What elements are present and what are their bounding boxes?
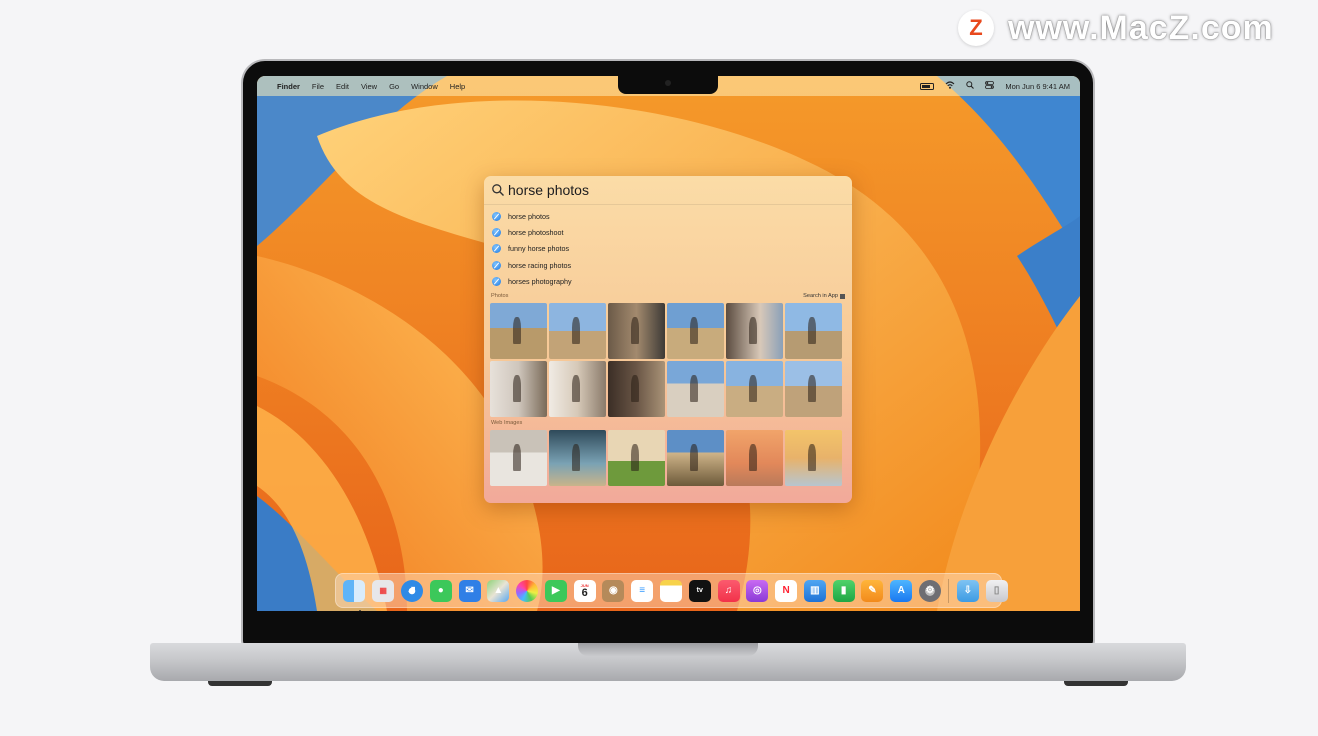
spotlight-search-input[interactable] [508, 182, 808, 198]
mail-icon[interactable]: ✉ [458, 579, 481, 602]
menu-window[interactable]: Window [411, 82, 438, 91]
spotlight-panel: horse photos horse photoshoot funny hors… [484, 176, 852, 503]
menu-file[interactable]: File [312, 82, 324, 91]
photo-thumbnail[interactable] [608, 360, 665, 417]
safari-icon [492, 277, 501, 287]
safari-icon[interactable]: ⬈ [400, 579, 423, 602]
suggestion-item[interactable]: funny horse photos [484, 241, 852, 257]
watermark-text: www.MacZ.com [1008, 8, 1274, 47]
photos-icon[interactable] [516, 579, 539, 602]
suggestion-label: horses photography [508, 277, 572, 287]
finder-icon[interactable] [343, 579, 366, 611]
suggestion-list: horse photos horse photoshoot funny hors… [484, 205, 852, 290]
photo-thumbnail[interactable] [608, 302, 665, 359]
suggestion-label: funny horse photos [508, 244, 570, 254]
lid-opening-groove [578, 643, 758, 656]
wifi-icon[interactable] [945, 81, 955, 91]
pages-icon[interactable]: ✎ [861, 579, 884, 602]
menu-help[interactable]: Help [450, 82, 465, 91]
safari-icon [492, 260, 501, 270]
arrow-box-icon [840, 293, 845, 299]
suggestion-item[interactable]: horse photos [484, 208, 852, 224]
laptop-foot-left [208, 681, 272, 686]
app-store-icon[interactable]: A [890, 579, 913, 602]
web-image-thumbnail[interactable] [608, 429, 665, 486]
contacts-icon[interactable]: ◉ [602, 579, 625, 602]
photo-thumbnail[interactable] [490, 302, 547, 359]
messages-icon[interactable]: ● [429, 579, 452, 602]
screen: Finder File Edit View Go Window Help Mon… [257, 76, 1080, 611]
watermark: Z www.MacZ.com [958, 8, 1274, 47]
photo-thumbnail[interactable] [726, 360, 783, 417]
camera-notch [618, 75, 718, 94]
photo-thumbnail[interactable] [667, 302, 724, 359]
photo-thumbnail[interactable] [549, 302, 606, 359]
numbers-icon[interactable]: ▮ [832, 579, 855, 602]
suggestion-item[interactable]: horse racing photos [484, 257, 852, 273]
photos-header-label: Photos [491, 293, 509, 300]
search-icon [492, 184, 504, 196]
suggestion-label: horse photos [508, 211, 550, 221]
macz-logo: Z [958, 10, 994, 46]
suggestion-item[interactable]: horses photography [484, 274, 852, 290]
music-icon[interactable]: ♫ [717, 579, 740, 602]
safari-icon [492, 244, 501, 254]
menu-clock[interactable]: Mon Jun 6 9:41 AM [1005, 82, 1070, 91]
dock: ▦ ⬈ ● ✉ ▲ ▶ JUN 6 ◉ ≡ tv ♫ ◎ N ▥ ▮ ✎ A ⚙… [335, 573, 1008, 611]
tv-label: tv [696, 587, 703, 594]
photo-thumbnail[interactable] [667, 360, 724, 417]
web-image-thumbnail[interactable] [490, 429, 547, 486]
news-icon[interactable]: N [775, 579, 798, 602]
suggestion-item[interactable]: horse photoshoot [484, 224, 852, 240]
suggestion-label: horse photoshoot [508, 228, 564, 238]
notes-icon[interactable] [659, 579, 682, 602]
laptop-foot-right [1064, 681, 1128, 686]
screen-chin [257, 611, 1080, 641]
dock-separator [948, 578, 950, 603]
facetime-icon[interactable]: ▶ [544, 579, 567, 602]
podcasts-icon[interactable]: ◎ [746, 579, 769, 602]
search-in-app-button[interactable]: Search in App [803, 293, 845, 299]
photo-thumbnail[interactable] [785, 360, 842, 417]
web-images-header-label: Web Images [491, 420, 523, 427]
downloads-icon[interactable]: ⇩ [956, 579, 979, 602]
web-images-section-header: Web Images [484, 417, 852, 430]
launchpad-icon[interactable]: ▦ [372, 579, 395, 602]
tv-icon[interactable]: tv [688, 579, 711, 602]
control-center-icon[interactable] [985, 81, 995, 91]
web-image-thumbnail[interactable] [667, 429, 724, 486]
web-image-thumbnail[interactable] [785, 429, 842, 486]
spotlight-search-bar [484, 176, 852, 205]
menu-app-name[interactable]: Finder [277, 82, 300, 91]
battery-icon[interactable] [920, 82, 935, 90]
web-images-grid [484, 429, 852, 486]
photo-thumbnail[interactable] [490, 360, 547, 417]
photos-section-header: Photos Search in App [484, 290, 852, 303]
menu-go[interactable]: Go [389, 82, 399, 91]
menu-edit[interactable]: Edit [336, 82, 349, 91]
search-in-app-label: Search in App [803, 293, 838, 300]
calendar-icon[interactable]: JUN 6 [573, 579, 596, 602]
safari-icon [492, 211, 501, 221]
suggestion-label: horse racing photos [508, 260, 572, 270]
photos-grid [484, 302, 852, 417]
photo-thumbnail[interactable] [785, 302, 842, 359]
spotlight-icon[interactable] [966, 81, 975, 91]
reminders-icon[interactable]: ≡ [631, 579, 654, 602]
maps-icon[interactable]: ▲ [487, 579, 510, 602]
keynote-icon[interactable]: ▥ [803, 579, 826, 602]
safari-icon [492, 228, 501, 238]
camera-icon [665, 80, 671, 86]
web-image-thumbnail[interactable] [726, 429, 783, 486]
photo-thumbnail[interactable] [726, 302, 783, 359]
web-image-thumbnail[interactable] [549, 429, 606, 486]
menu-view[interactable]: View [361, 82, 377, 91]
trash-icon[interactable]: ▯ [985, 579, 1008, 602]
calendar-day: 6 [581, 586, 588, 599]
system-settings-icon[interactable]: ⚙ [919, 579, 942, 602]
photo-thumbnail[interactable] [549, 360, 606, 417]
